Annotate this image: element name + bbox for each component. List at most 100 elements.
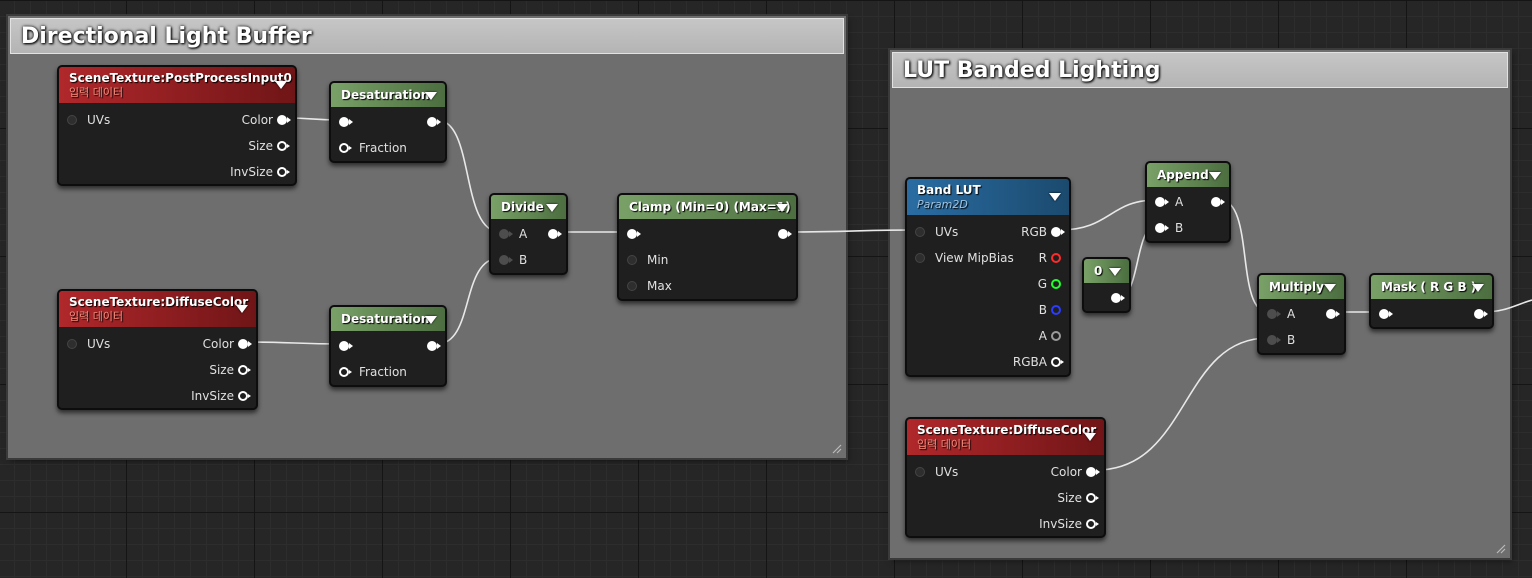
chevron-down-icon[interactable]	[1209, 172, 1221, 180]
pin-icon[interactable]	[1051, 331, 1061, 341]
scene-texture-diffuse-node[interactable]: SceneTexture:DiffuseColor 입력 데이터 UVs Col…	[905, 417, 1106, 538]
pin-output[interactable]	[1470, 305, 1492, 323]
constant-node[interactable]: 0	[1082, 257, 1131, 313]
pin-icon[interactable]	[1267, 335, 1281, 345]
node-header[interactable]: Band LUT Param2D	[907, 179, 1069, 215]
pin-input[interactable]	[1371, 305, 1399, 323]
pin-r[interactable]: R	[1039, 249, 1069, 267]
pin-icon[interactable]	[915, 227, 925, 237]
pin-icon[interactable]	[1326, 309, 1340, 319]
pin-icon[interactable]	[1379, 309, 1393, 319]
pin-icon[interactable]	[339, 341, 353, 351]
pin-a[interactable]: A	[491, 225, 527, 243]
node-header[interactable]: SceneTexture:DiffuseColor 입력 데이터	[59, 291, 256, 327]
mask-rgb-node[interactable]: Mask ( R G B )	[1369, 273, 1494, 329]
pin-icon[interactable]	[238, 365, 251, 375]
pin-input[interactable]	[619, 225, 647, 243]
node-header[interactable]: Desaturation	[331, 307, 445, 331]
pin-icon[interactable]	[277, 167, 290, 177]
pin-rgba[interactable]: RGBA	[1013, 353, 1069, 371]
pin-fraction[interactable]: Fraction	[331, 139, 407, 157]
scene-texture-post-process-node[interactable]: SceneTexture:PostProcessInput0 입력 데이터 UV…	[57, 65, 297, 186]
pin-fraction[interactable]: Fraction	[331, 363, 407, 381]
pin-icon[interactable]	[238, 339, 252, 349]
desaturation-node[interactable]: Desaturation Fraction	[329, 81, 447, 163]
pin-b[interactable]: B	[1039, 301, 1069, 319]
resize-grip-icon[interactable]	[830, 442, 842, 454]
pin-icon[interactable]	[627, 255, 637, 265]
chevron-down-icon[interactable]	[1324, 284, 1336, 292]
pin-icon[interactable]	[277, 115, 291, 125]
pin-icon[interactable]	[1267, 309, 1281, 319]
pin-icon[interactable]	[1086, 467, 1100, 477]
pin-icon[interactable]	[499, 229, 513, 239]
pin-icon[interactable]	[1051, 357, 1064, 367]
pin-icon[interactable]	[339, 117, 353, 127]
pin-output[interactable]	[1322, 305, 1344, 323]
chevron-down-icon[interactable]	[236, 305, 248, 313]
divide-node[interactable]: Divide A B	[489, 193, 568, 275]
pin-icon[interactable]	[1086, 519, 1099, 529]
pin-max[interactable]: Max	[619, 277, 672, 295]
pin-g[interactable]: G	[1038, 275, 1069, 293]
pin-icon[interactable]	[1086, 493, 1099, 503]
pin-rgb[interactable]: RGB	[1021, 223, 1069, 241]
pin-output[interactable]	[1207, 193, 1229, 211]
pin-icon[interactable]	[1474, 309, 1488, 319]
pin-icon[interactable]	[1155, 197, 1169, 207]
append-node[interactable]: Append A B	[1145, 161, 1231, 243]
pin-icon[interactable]	[627, 229, 641, 239]
pin-output[interactable]	[774, 225, 796, 243]
multiply-node[interactable]: Multiply A B	[1257, 273, 1346, 355]
comment-title[interactable]: Directional Light Buffer	[10, 18, 844, 54]
pin-a[interactable]: A	[1259, 305, 1295, 323]
node-header[interactable]: Multiply	[1259, 275, 1344, 299]
pin-size[interactable]: Size	[209, 361, 256, 379]
pin-icon[interactable]	[778, 229, 792, 239]
pin-icon[interactable]	[67, 339, 77, 349]
comment-title[interactable]: LUT Banded Lighting	[892, 52, 1508, 88]
node-header[interactable]: SceneTexture:PostProcessInput0 입력 데이터	[59, 67, 295, 103]
pin-icon[interactable]	[277, 141, 290, 151]
chevron-down-icon[interactable]	[425, 316, 437, 324]
pin-b[interactable]: B	[1259, 331, 1295, 349]
pin-view-mipbias[interactable]: View MipBias	[907, 249, 1014, 267]
node-header[interactable]: Divide	[491, 195, 566, 219]
pin-icon[interactable]	[915, 467, 925, 477]
pin-size[interactable]: Size	[248, 137, 295, 155]
pin-icon[interactable]	[1211, 197, 1225, 207]
pin-icon[interactable]	[1111, 293, 1125, 303]
pin-output[interactable]	[1107, 289, 1129, 307]
pin-icon[interactable]	[427, 341, 441, 351]
pin-b[interactable]: B	[1147, 219, 1183, 237]
pin-color[interactable]: Color	[1051, 463, 1104, 481]
pin-icon[interactable]	[1051, 279, 1061, 289]
pin-icon[interactable]	[339, 143, 352, 153]
pin-icon[interactable]	[1155, 223, 1169, 233]
pin-b[interactable]: B	[491, 251, 527, 269]
pin-invsize[interactable]: InvSize	[191, 387, 256, 405]
chevron-down-icon[interactable]	[1472, 284, 1484, 292]
pin-a[interactable]: A	[1147, 193, 1183, 211]
chevron-down-icon[interactable]	[275, 81, 287, 89]
scene-texture-diffuse-node[interactable]: SceneTexture:DiffuseColor 입력 데이터 UVs Col…	[57, 289, 258, 410]
pin-min[interactable]: Min	[619, 251, 668, 269]
pin-output[interactable]	[544, 225, 566, 243]
node-header[interactable]: SceneTexture:DiffuseColor 입력 데이터	[907, 419, 1104, 455]
pin-size[interactable]: Size	[1057, 489, 1104, 507]
chevron-down-icon[interactable]	[546, 204, 558, 212]
pin-icon[interactable]	[238, 391, 251, 401]
pin-icon[interactable]	[627, 281, 637, 291]
node-header[interactable]: Append	[1147, 163, 1229, 187]
pin-a[interactable]: A	[1039, 327, 1069, 345]
node-header[interactable]: Mask ( R G B )	[1371, 275, 1492, 299]
band-lut-node[interactable]: Band LUT Param2D UVs View MipBias RGB R …	[905, 177, 1071, 377]
pin-icon[interactable]	[548, 229, 562, 239]
pin-invsize[interactable]: InvSize	[230, 163, 295, 181]
pin-output[interactable]	[423, 113, 445, 131]
chevron-down-icon[interactable]	[776, 204, 788, 212]
desaturation-node[interactable]: Desaturation Fraction	[329, 305, 447, 387]
node-header[interactable]: 0	[1084, 259, 1129, 283]
pin-invsize[interactable]: InvSize	[1039, 515, 1104, 533]
chevron-down-icon[interactable]	[425, 92, 437, 100]
